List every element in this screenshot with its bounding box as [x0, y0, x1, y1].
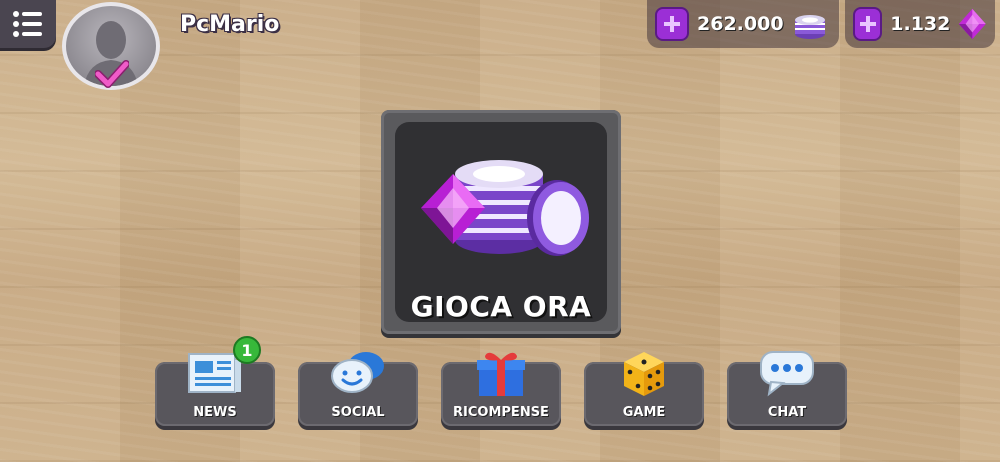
dice-icon: [624, 352, 664, 396]
add-chips-button[interactable]: [655, 7, 689, 41]
list-menu-icon: [13, 11, 42, 37]
chat-bubble-icon: [760, 351, 814, 397]
play-now-card[interactable]: GIOCA ORA: [381, 110, 621, 334]
rewards-button[interactable]: RICOMPENSE: [441, 352, 561, 426]
chips-and-gem-illustration: [421, 160, 589, 256]
news-label: NEWS: [193, 405, 237, 420]
game-label: GAME: [622, 405, 666, 420]
player-name: PcMario: [180, 12, 280, 37]
chat-label: CHAT: [767, 405, 807, 420]
chips-amount: 262.000: [697, 13, 784, 35]
social-label: SOCIAL: [331, 405, 385, 420]
plus-icon: [664, 16, 680, 32]
chips-currency: 262.000: [647, 0, 839, 48]
play-card-inner: GIOCA ORA: [395, 122, 607, 323]
social-chat-bubbles-icon: [331, 352, 384, 393]
news-button[interactable]: 1 NEWS: [155, 336, 275, 426]
rewards-label: RICOMPENSE: [453, 405, 549, 420]
verified-check-icon: [95, 60, 129, 88]
gems-currency: 1.132: [845, 0, 995, 48]
news-notification-badge: 1: [233, 336, 261, 364]
main-menu-button[interactable]: [0, 0, 56, 48]
add-gems-button[interactable]: [853, 7, 883, 41]
plus-icon: [859, 16, 876, 32]
gems-amount: 1.132: [890, 13, 951, 35]
social-button[interactable]: SOCIAL: [298, 352, 418, 426]
play-now-label: GIOCA ORA: [410, 290, 592, 323]
gift-box-icon: [477, 352, 525, 396]
gem-icon: [959, 8, 987, 40]
chat-button[interactable]: CHAT: [727, 351, 847, 426]
game-button[interactable]: GAME: [584, 352, 704, 426]
chips-stack-icon: [794, 15, 825, 39]
